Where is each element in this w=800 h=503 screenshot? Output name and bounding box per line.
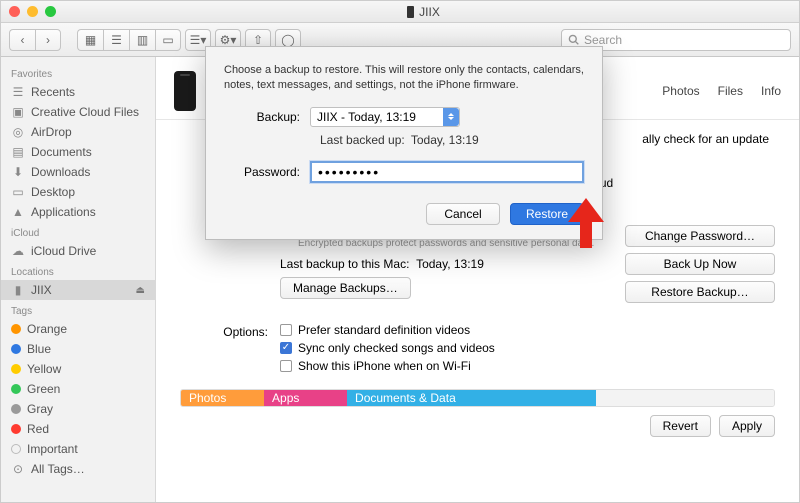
window-title: JIIX	[56, 5, 791, 19]
sidebar-tag-orange[interactable]: Orange	[1, 319, 155, 339]
chevron-updown-icon	[443, 108, 459, 126]
sidebar-tag-yellow[interactable]: Yellow	[1, 359, 155, 379]
phone-icon	[174, 71, 196, 111]
dialog-last-label: Last backed up:	[320, 133, 405, 147]
tab-info[interactable]: Info	[761, 84, 781, 98]
revert-button[interactable]: Revert	[650, 415, 711, 437]
sidebar-item-airdrop[interactable]: ◎AirDrop	[1, 122, 155, 142]
opt-sd-checkbox[interactable]	[280, 324, 292, 336]
sidebar-item-documents[interactable]: ▤Documents	[1, 142, 155, 162]
opt-wifi-label: Show this iPhone when on Wi-Fi	[298, 359, 471, 373]
backup-popup-value: JIIX - Today, 13:19	[317, 110, 416, 124]
storage-apps: Apps	[264, 390, 347, 406]
restore-dialog: Choose a backup to restore. This will re…	[205, 46, 603, 240]
sidebar-heading-locations: Locations	[1, 261, 155, 280]
backup-popup[interactable]: JIIX - Today, 13:19	[310, 107, 460, 127]
manage-backups-button[interactable]: Manage Backups…	[280, 277, 411, 299]
storage-bar: Photos Apps Documents & Data	[180, 389, 775, 407]
sidebar-tag-blue[interactable]: Blue	[1, 339, 155, 359]
sidebar-heading-icloud: iCloud	[1, 222, 155, 241]
view-columns[interactable]: ▥	[129, 29, 155, 51]
sidebar-item-desktop[interactable]: ▭Desktop	[1, 182, 155, 202]
dialog-last-value: Today, 13:19	[411, 133, 479, 147]
cancel-button[interactable]: Cancel	[426, 203, 500, 225]
sidebar-item-device[interactable]: ▮JIIX⏏	[1, 280, 155, 300]
tab-photos[interactable]: Photos	[662, 84, 699, 98]
view-icon-grid[interactable]: ▦	[77, 29, 103, 51]
options-label: Options:	[180, 323, 280, 339]
search-icon	[568, 34, 579, 45]
password-input[interactable]: •••••••••	[310, 161, 584, 183]
device-icon	[407, 6, 414, 18]
view-gallery[interactable]: ▭	[155, 29, 181, 51]
sidebar-item-recents[interactable]: ☰Recents	[1, 82, 155, 102]
sidebar-item-icloud-drive[interactable]: ☁iCloud Drive	[1, 241, 155, 261]
opt-sd-label: Prefer standard definition videos	[298, 323, 470, 337]
sidebar-heading-favorites: Favorites	[1, 63, 155, 82]
opt-wifi-checkbox[interactable]	[280, 360, 292, 372]
sidebar-item-creative-cloud[interactable]: ▣Creative Cloud Files	[1, 102, 155, 122]
close-icon[interactable]	[9, 6, 20, 17]
sidebar-heading-tags: Tags	[1, 300, 155, 319]
sidebar-tag-red[interactable]: Red	[1, 419, 155, 439]
restore-button[interactable]: Restore	[510, 203, 584, 225]
last-backup-label: Last backup to this Mac:	[280, 257, 409, 271]
forward-button[interactable]: ›	[35, 29, 61, 51]
backup-now-button[interactable]: Back Up Now	[625, 253, 775, 275]
change-password-button[interactable]: Change Password…	[625, 225, 775, 247]
sidebar-tag-gray[interactable]: Gray	[1, 399, 155, 419]
zoom-icon[interactable]	[45, 6, 56, 17]
dialog-backup-label: Backup:	[224, 110, 310, 124]
apply-button[interactable]: Apply	[719, 415, 775, 437]
last-backup-value: Today, 13:19	[416, 257, 484, 271]
restore-backup-button[interactable]: Restore Backup…	[625, 281, 775, 303]
tab-files[interactable]: Files	[718, 84, 743, 98]
dialog-message: Choose a backup to restore. This will re…	[224, 63, 584, 93]
titlebar: JIIX	[1, 1, 799, 23]
sidebar: Favorites ☰Recents ▣Creative Cloud Files…	[1, 57, 156, 502]
sidebar-item-applications[interactable]: ▲Applications	[1, 202, 155, 222]
storage-photos: Photos	[181, 390, 264, 406]
sidebar-tag-green[interactable]: Green	[1, 379, 155, 399]
dialog-password-label: Password:	[224, 165, 310, 179]
opt-sync-label: Sync only checked songs and videos	[298, 341, 495, 355]
sidebar-item-downloads[interactable]: ⬇Downloads	[1, 162, 155, 182]
sidebar-tag-important[interactable]: Important	[1, 439, 155, 459]
storage-docs: Documents & Data	[347, 390, 596, 406]
opt-sync-checkbox[interactable]	[280, 342, 292, 354]
view-list[interactable]: ☰	[103, 29, 129, 51]
back-button[interactable]: ‹	[9, 29, 35, 51]
minimize-icon[interactable]	[27, 6, 38, 17]
sidebar-all-tags[interactable]: ⊙All Tags…	[1, 459, 155, 479]
eject-icon[interactable]: ⏏	[136, 285, 145, 296]
